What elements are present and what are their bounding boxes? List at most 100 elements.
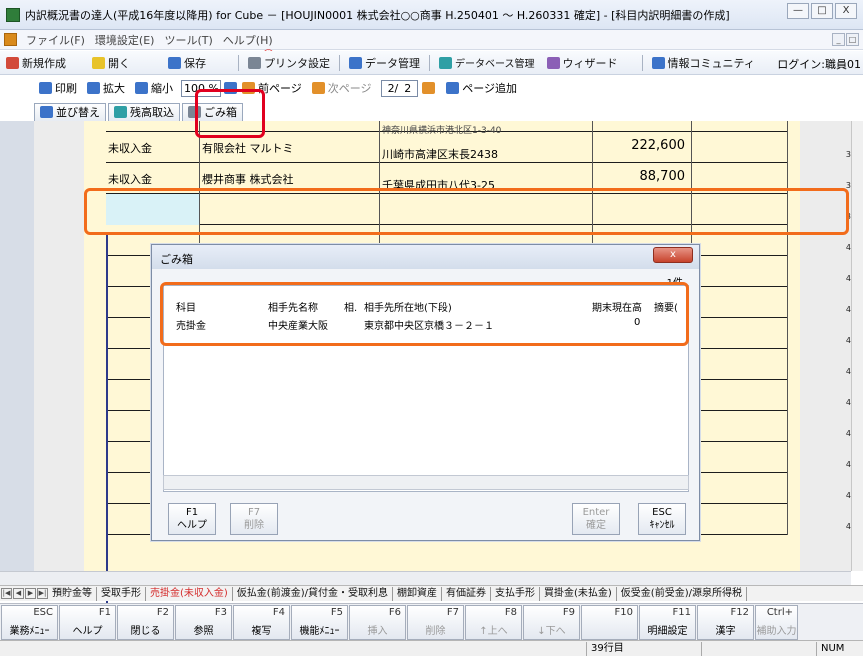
dialog-help-button[interactable]: F1 ヘルプ [168,503,216,535]
print-button[interactable]: 印刷 [34,79,82,98]
wizard-icon [546,56,560,69]
tab-notes-payable[interactable]: 支払手形 [491,586,540,601]
community-button[interactable]: 情報コミュニティ [646,53,761,73]
next-tab-button[interactable]: ▶ [25,588,36,599]
fkey-f8[interactable]: F8 ↑上へ [465,605,522,640]
horizontal-scrollbar[interactable] [0,571,851,585]
fkey-code: F1 [98,607,111,618]
mdi-restore-button[interactable]: □ [846,33,859,46]
fkey-f4[interactable]: F4 複写 [233,605,290,640]
dialog-close-button[interactable]: x [653,247,693,263]
fkey-code: F5 [330,607,343,618]
fkey-f6[interactable]: F6 挿入 [349,605,406,640]
data-icon [349,56,362,69]
fkey-label: ↓下へ [537,626,566,637]
dialog-cancel-button[interactable]: ESC ｷｬﾝｾﾙ [638,503,686,535]
wizard-button[interactable]: ウィザード [541,53,624,73]
data-manage-button[interactable]: データ管理 [343,53,426,73]
fkey-f11[interactable]: F11 明細設定 [639,605,696,640]
fkey-label: 補助入力 [756,626,797,637]
save-label: 保存 [184,56,206,70]
fkey-f3[interactable]: F3 参照 [175,605,232,640]
tab-notes-receivable[interactable]: 受取手形 [97,586,146,601]
menu-settings[interactable]: 環境設定(E) [90,32,160,48]
tab-deposits[interactable]: 預貯金等 [48,586,97,601]
sort-icon [40,106,53,118]
tab-accounts-payable[interactable]: 買掛金(未払金) [540,586,617,601]
tab-suspense-receipts[interactable]: 仮受金(前受金)/源泉所得税 [617,586,747,601]
last-tab-button[interactable]: ▶| [37,588,48,599]
community-icon [651,56,665,69]
sort-button[interactable]: 並び替え [34,102,106,122]
left-panel [0,121,34,571]
vertical-scrollbar[interactable] [851,121,863,571]
fkey-label: 挿入 [367,626,388,637]
save-button[interactable]: 保存 [162,53,212,73]
print-icon [39,82,52,94]
fkey-esc[interactable]: ESC 業務ﾒﾆｭｰ [1,605,58,640]
printer-icon [248,56,261,69]
fkey-code: F4 [272,607,285,618]
sheet-tabs: |◀ ◀ ▶ ▶| 預貯金等 受取手形 売掛金(未収入金) 仮払金(前渡金)/貸… [0,585,863,601]
next-page-button[interactable]: 次ページ [307,79,377,98]
mdi-minimize-button[interactable]: _ [832,33,845,46]
fkey-f9[interactable]: F9 ↓下へ [523,605,580,640]
dialog-horizontal-scrollbar[interactable] [163,475,689,490]
fkey-code: F6 [388,607,401,618]
new-button[interactable]: 新規作成 [0,53,72,73]
open-button[interactable]: 開く [86,53,136,73]
import-icon [114,106,127,118]
tab-inventory[interactable]: 棚卸資産 [393,586,442,601]
tab-securities[interactable]: 有価証券 [442,586,491,601]
printer-setup-label: プリンタ設定 [264,56,330,70]
document-icon [4,33,17,46]
prev-tab-button[interactable]: ◀ [13,588,24,599]
db-manage-button[interactable]: データベース管理 [433,53,541,73]
fkey-label: 漢字 [715,626,736,637]
fkey-code: F8 [504,607,517,618]
fkey-label: 業務ﾒﾆｭｰ [9,626,50,637]
tab-accounts-receivable[interactable]: 売掛金(未収入金) [146,586,233,601]
fkey-label: ヘルプ [72,626,103,637]
add-page-button[interactable]: ページ追加 [441,79,522,98]
fkey-f7[interactable]: F7 削除 [407,605,464,640]
fkey-code: F11 [672,607,691,618]
page-total: 2 [404,81,412,95]
page-indicator[interactable]: 2/2 [380,79,419,97]
app-window: 内訳概況書の達人(平成16年度以降用) for Cube － [HOUJIN00… [0,0,863,656]
line-number: 45 [845,398,851,407]
fkey-label: ↑上へ [479,626,508,637]
line-number: 49 [845,522,851,531]
zoom-out-button[interactable]: 縮小 [130,79,178,98]
fkey-code: F12 [730,607,749,618]
login-status: ログイン:職員01 [777,58,861,71]
fkey-ctrl-plus[interactable]: Ctrl+ 補助入力 [755,605,798,640]
dialog-title: ごみ箱 [160,253,193,266]
dialog-delete-button[interactable]: F7 削除 [230,503,278,535]
fkey-label: 削除 [425,626,446,637]
fkey-f12[interactable]: F12 漢字 [697,605,754,640]
function-key-bar: ESC 業務ﾒﾆｭｰ F1 ヘルプ F2 閉じる F3 参照 F4 複写 F5 機能ﾒﾆｭｰ F6 挿入 F… [0,603,863,640]
cell-partner-name: 櫻井商事 株式会社 [202,173,294,186]
printer-setup-button[interactable]: プリンタ設定 [242,53,336,73]
fkey-f10[interactable]: F10 [581,605,638,640]
maximize-button[interactable]: □ [811,3,833,19]
fkey-f5[interactable]: F5 機能ﾒﾆｭｰ [291,605,348,640]
fkey-f2[interactable]: F2 閉じる [117,605,174,640]
tab-advances[interactable]: 仮払金(前渡金)/貸付金・受取利息 [233,586,393,601]
fkey-f1[interactable]: F1 ヘルプ [59,605,116,640]
page-jump-icon[interactable] [422,82,436,94]
menu-tools[interactable]: ツール(T) [159,32,217,48]
first-tab-button[interactable]: |◀ [1,588,12,599]
cell-amount: 222,600 [631,138,685,153]
close-window-button[interactable]: X [835,3,857,19]
print-label: 印刷 [55,82,77,95]
zoom-in-button[interactable]: 拡大 [82,79,130,98]
minimize-button[interactable]: — [787,3,809,19]
fkey-label: 複写 [251,626,272,637]
menu-file[interactable]: ファイル(F) [21,32,90,48]
balance-import-button[interactable]: 残高取込 [108,102,180,122]
dialog-confirm-button[interactable]: Enter 確定 [572,503,620,535]
cell-subject: 未収入金 [108,173,152,186]
line-number: 44 [845,367,851,376]
